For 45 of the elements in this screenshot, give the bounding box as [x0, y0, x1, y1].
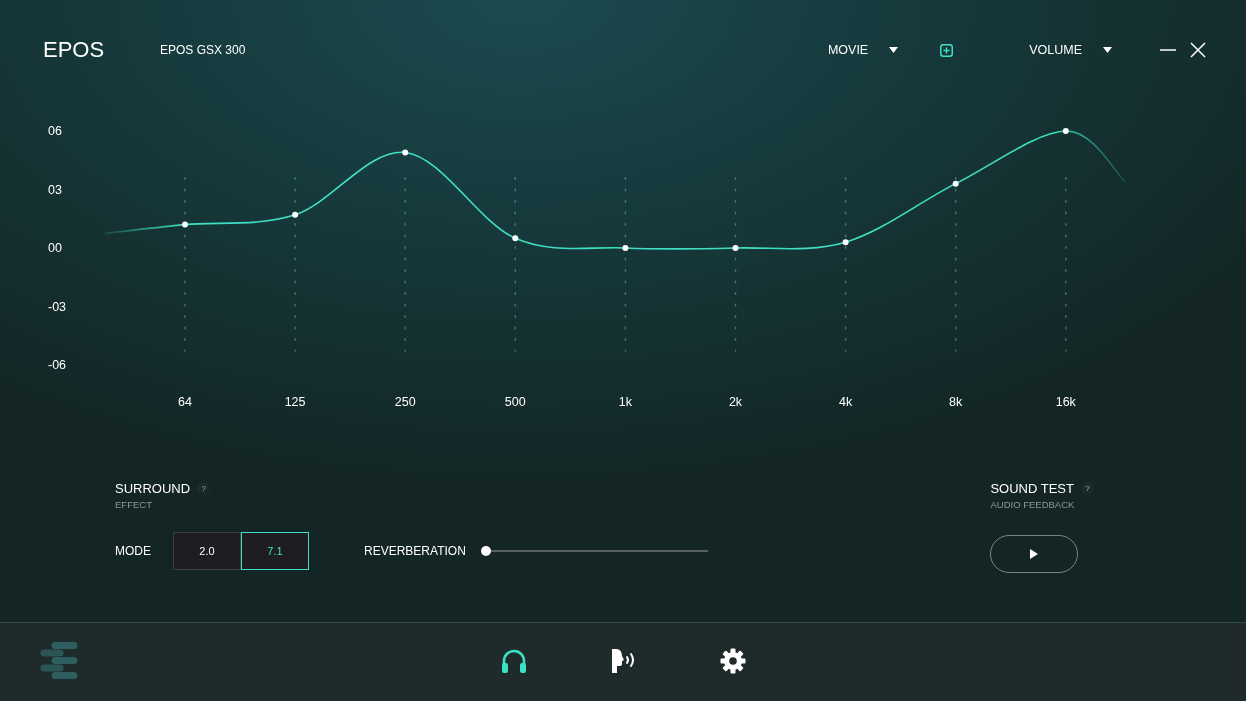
y-axis-label: 03 — [48, 182, 62, 197]
add-preset-icon[interactable] — [940, 43, 954, 57]
eq-point[interactable] — [952, 180, 959, 187]
epos-logo: EPOS — [43, 37, 106, 63]
settings-icon[interactable] — [720, 648, 746, 674]
device-name: EPOS GSX 300 — [160, 43, 246, 57]
mode-label: MODE — [115, 544, 152, 558]
eq-point[interactable] — [842, 239, 849, 246]
surround-subtitle: EFFECT — [115, 499, 153, 510]
output-dropdown[interactable]: VOLUME — [1029, 43, 1112, 57]
preset-dropdown[interactable]: MOVIE — [827, 43, 899, 57]
eq-point[interactable] — [182, 221, 188, 228]
y-axis-label: -03 — [48, 299, 67, 314]
x-axis-label: 8k — [949, 395, 963, 409]
headphones-icon[interactable] — [500, 648, 528, 674]
eq-point[interactable] — [622, 245, 629, 251]
caret-icon — [889, 47, 899, 53]
slider-thumb[interactable] — [481, 546, 491, 556]
y-axis-label: 06 — [48, 124, 62, 138]
eq-point[interactable] — [402, 149, 409, 156]
eq-point[interactable] — [292, 211, 299, 218]
sound-test-subtitle: AUDIO FEEDBACK — [990, 499, 1076, 510]
eq-point[interactable] — [512, 235, 519, 242]
sound-test-title: SOUND TEST — [990, 481, 1074, 496]
x-axis-label: 500 — [504, 395, 526, 409]
x-axis-label: 250 — [394, 395, 416, 409]
reverberation-label: REVERBERATION — [364, 544, 467, 558]
surround-title: SURROUND — [115, 481, 191, 496]
help-icon[interactable]: ? — [197, 482, 211, 495]
play-icon — [1030, 549, 1039, 559]
mode-option[interactable]: 2.0 — [173, 532, 241, 570]
y-axis-label: -06 — [48, 358, 67, 372]
help-icon[interactable]: ? — [1081, 482, 1094, 495]
x-axis-label: 2k — [728, 395, 743, 409]
x-axis-label: 125 — [284, 395, 306, 409]
y-axis-label: 00 — [48, 241, 62, 255]
x-axis-label: 16k — [1055, 395, 1076, 409]
x-axis-label: 4k — [839, 395, 853, 409]
eq-point[interactable] — [732, 245, 739, 251]
caret-icon — [1103, 47, 1112, 53]
eq-point[interactable] — [1062, 128, 1069, 134]
x-axis-label: 64 — [178, 395, 192, 409]
mode-option[interactable]: 7.1 — [241, 532, 309, 570]
x-axis-label: 1k — [618, 395, 632, 409]
close-icon[interactable] — [1190, 42, 1206, 58]
